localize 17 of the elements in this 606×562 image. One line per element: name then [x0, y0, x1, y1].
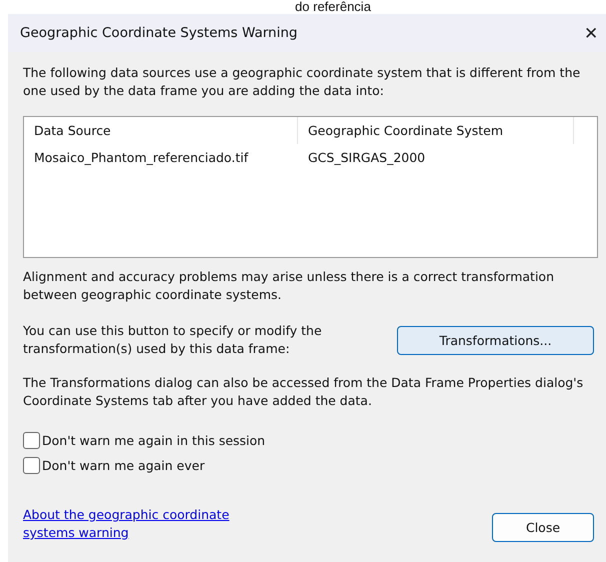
transformations-button[interactable]: Transformations... — [397, 326, 594, 354]
checkbox[interactable] — [23, 457, 40, 474]
intro-text: The following data sources use a geographic coordinate system that is different from the one used by the data frame you are adding the data into: — [23, 64, 582, 100]
checkbox-label: Don't warn me again ever — [42, 458, 205, 473]
alignment-text: Alignment and accuracy problems may arise unless there is a correct transformation between geographic coordinate systems. — [23, 268, 556, 304]
checkbox-label: Don't warn me again in this session — [42, 433, 266, 448]
column-header: Data Source — [24, 117, 298, 144]
caption-text: do referência — [294, 0, 372, 14]
checkbox[interactable] — [23, 432, 40, 449]
help-link[interactable]: About the geographic coordinate systems warning — [23, 506, 230, 542]
dialog-note-text: The Transformations dialog can also be accessed from the Data Frame Properties dialog's Coordinate Systems tab after you have added the data. — [23, 374, 584, 410]
column-header: Geographic Coordinate System — [298, 117, 574, 144]
window-title: Geographic Coordinate Systems Warning — [20, 25, 298, 41]
table-cell-text: Mosaico_Phantom_referenciado.tif — [33, 150, 250, 165]
transformation-text: You can use this button to specify or modify the transformation(s) used by this data frame: — [23, 322, 323, 358]
close-button[interactable]: Close — [492, 513, 594, 542]
table-cell-text: GCS_SIRGAS_2000 — [307, 150, 426, 165]
